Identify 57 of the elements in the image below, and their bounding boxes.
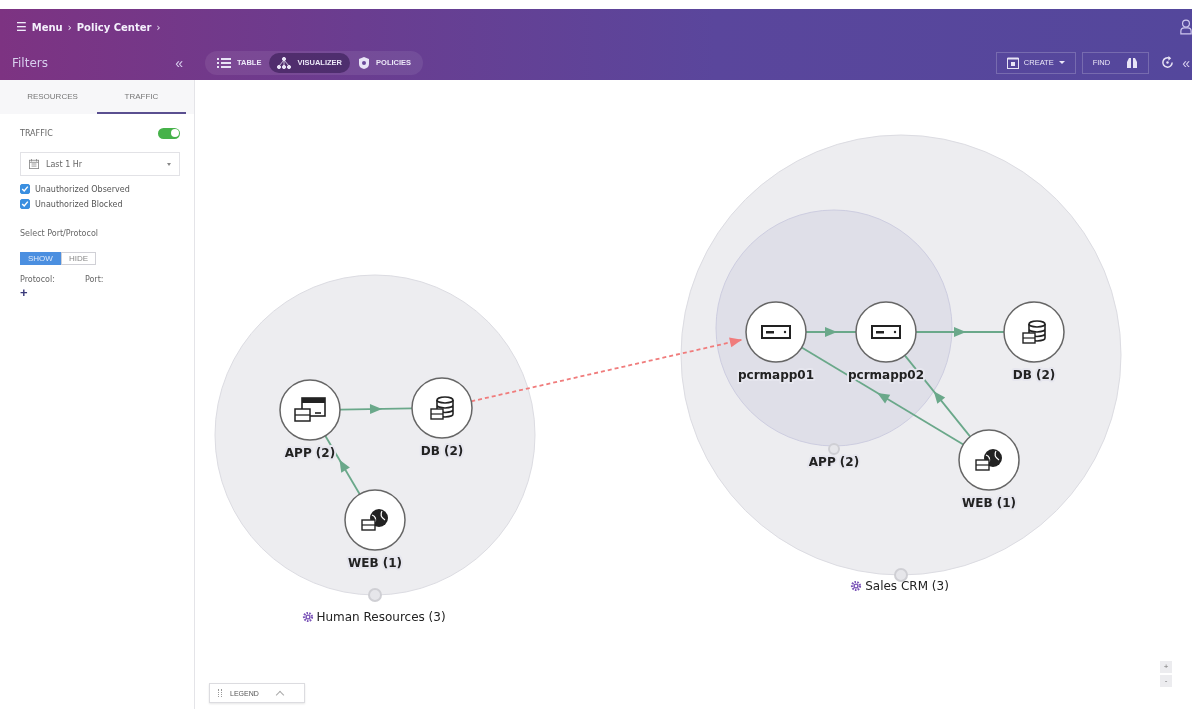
node-label: DB (2) <box>1012 368 1056 382</box>
shield-icon <box>358 56 371 69</box>
node-label: WEB (1) <box>961 496 1017 510</box>
group-label: Human Resources (3) <box>316 610 446 624</box>
breadcrumb-link[interactable]: Policy Center <box>76 21 152 33</box>
hierarchy-icon <box>277 56 292 69</box>
checkbox-label: Unauthorized Observed <box>35 184 130 194</box>
zoom-button[interactable]: + <box>1160 661 1172 673</box>
collapse-button[interactable]: « <box>171 54 187 71</box>
toggle-switch[interactable] <box>158 127 180 139</box>
node-label: pcrmapp01 <box>737 368 815 382</box>
handle-knob[interactable] <box>368 588 382 602</box>
binoculars-icon <box>1126 56 1139 69</box>
node-circle[interactable] <box>411 377 473 439</box>
checkbox[interactable] <box>20 199 30 209</box>
list-icon <box>217 56 231 69</box>
collapse-button[interactable]: « <box>1180 54 1192 71</box>
node-label: APP (2) <box>284 446 336 460</box>
column-label: Protocol: <box>20 275 55 284</box>
breadcrumb-link[interactable]: Menu <box>31 21 63 33</box>
panel-title: Filters <box>12 55 48 70</box>
server-window-icon <box>294 397 326 422</box>
toggle-label: TRAFFIC <box>20 128 53 138</box>
refresh-icon[interactable] <box>1161 56 1175 69</box>
calendar-icon <box>29 159 39 169</box>
gear-icon <box>850 580 862 592</box>
checkbox-label: Unauthorized Blocked <box>35 199 123 209</box>
node-label: DB (2) <box>420 444 464 458</box>
globe-server-icon <box>975 449 1002 471</box>
checkbox[interactable] <box>20 184 30 194</box>
node-label: WEB (1) <box>347 556 403 570</box>
node-circle[interactable] <box>1003 301 1065 363</box>
gear-icon <box>302 611 314 623</box>
globe-server-icon <box>361 509 388 531</box>
filter-tab[interactable]: TRAFFIC <box>97 80 186 114</box>
section-label: Select Port/Protocol <box>20 229 99 238</box>
server-icon <box>871 325 901 339</box>
filter-tab[interactable]: RESOURCES <box>8 80 97 114</box>
add-button[interactable]: + <box>20 286 28 299</box>
menu-icon[interactable]: ☰ <box>16 20 27 34</box>
database-icon <box>1022 320 1046 344</box>
group-label: Sales CRM (3) <box>865 579 949 593</box>
handle-knob[interactable] <box>828 443 840 455</box>
breadcrumb-separator: › <box>67 21 72 33</box>
subgroup-label: APP (2) <box>808 455 860 469</box>
zoom-button[interactable]: - <box>1160 675 1172 687</box>
database-icon <box>430 396 454 420</box>
handle-knob[interactable] <box>894 568 908 582</box>
server-icon <box>761 325 791 339</box>
column-label: Port: <box>84 275 104 284</box>
breadcrumb-separator: › <box>156 21 161 33</box>
segment-button[interactable]: SHOW <box>20 252 61 265</box>
time-range-dropdown[interactable]: Last 1 Hr <box>20 152 180 176</box>
box-icon <box>1006 56 1019 69</box>
connection-arrow <box>805 327 857 337</box>
segment-button[interactable]: HIDE <box>60 252 96 265</box>
user-icon[interactable] <box>1180 19 1192 35</box>
